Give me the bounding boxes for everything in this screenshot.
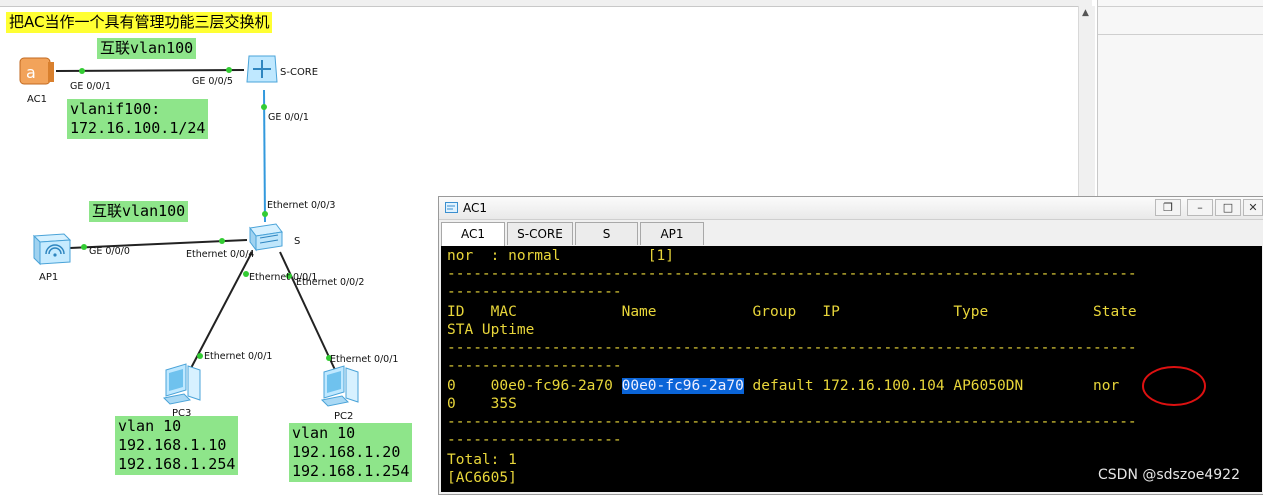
svg-text:a: a	[26, 63, 36, 82]
port-label-s-eth2: Ethernet 0/0/2	[296, 277, 365, 288]
terminal-line: 0 35S	[447, 396, 517, 412]
port-label-pc3-eth: Ethernet 0/0/1	[204, 351, 273, 362]
vlanif-note-line2: 172.16.100.1/24	[70, 119, 206, 137]
terminal-window[interactable]: AC1 ❐ – □ ✕ AC1 S-CORE S AP1 nor : norma…	[438, 196, 1263, 495]
score-device[interactable]	[243, 52, 279, 88]
terminal-prompt: [AC6605]	[447, 470, 517, 486]
port-label-ac1-ge: GE 0/0/1	[70, 81, 111, 92]
terminal-line: Total: 1	[447, 452, 517, 468]
terminal-line: --------------------	[447, 358, 622, 374]
pc2-note: vlan 10 192.168.1.20 192.168.1.254	[289, 423, 413, 482]
pc3-note-line1: vlan 10	[118, 417, 182, 435]
ac1-label: AC1	[27, 94, 48, 105]
restore-button[interactable]: ❐	[1155, 199, 1181, 216]
port-label-s-eth4: Ethernet 0/0/4	[186, 249, 255, 260]
side-panel-divider	[1098, 34, 1263, 35]
window-title: AC1	[463, 201, 488, 215]
port-dot	[261, 104, 267, 110]
terminal-line: nor : normal [1]	[447, 248, 674, 264]
terminal-line: ----------------------------------------…	[447, 340, 1137, 356]
tab-s[interactable]: S	[575, 222, 638, 245]
pc3-device[interactable]	[160, 360, 206, 406]
csdn-watermark: CSDN @sdszoe4922	[1098, 467, 1240, 483]
pc3-note: vlan 10 192.168.1.10 192.168.1.254	[115, 416, 239, 475]
pc-icon	[162, 363, 201, 405]
terminal-line: ID MAC Name Group IP Type State	[447, 304, 1137, 320]
maximize-button[interactable]: □	[1215, 199, 1241, 216]
tab-s-core[interactable]: S-CORE	[507, 222, 573, 245]
score-label: S-CORE	[280, 67, 319, 78]
tab-ap1[interactable]: AP1	[640, 222, 704, 245]
port-dot	[219, 238, 225, 244]
terminal-line: --------------------	[447, 284, 622, 300]
vlanif-note-line1: vlanif100:	[70, 100, 161, 118]
pc-icon	[320, 365, 359, 407]
port-label-score-ge5: GE 0/0/5	[192, 76, 233, 87]
close-button[interactable]: ✕	[1243, 199, 1263, 216]
port-dot	[81, 244, 87, 250]
pc3-note-line2: 192.168.1.10	[118, 436, 227, 454]
port-dot	[197, 353, 203, 359]
vlanif-note: vlanif100: 172.16.100.1/24	[67, 99, 209, 139]
window-titlebar[interactable]: AC1 ❐ – □ ✕	[439, 197, 1263, 220]
pc3-label: PC3	[172, 408, 192, 419]
side-panel	[1097, 0, 1263, 200]
port-label-score-ge1: GE 0/0/1	[268, 112, 309, 123]
ap-table-row: 0 00e0-fc96-2a70 00e0-fc96-2a70 default …	[447, 377, 1119, 395]
port-label-pc2-eth: Ethernet 0/0/1	[330, 354, 399, 365]
vlan100-note-mid: 互联vlan100	[89, 201, 189, 222]
pc2-note-line2: 192.168.1.20	[292, 443, 401, 461]
pc2-note-line1: vlan 10	[292, 424, 356, 442]
terminal-line: ----------------------------------------…	[447, 414, 1137, 430]
minimize-button[interactable]: –	[1187, 199, 1213, 216]
access-point-icon	[32, 233, 72, 266]
port-dot	[262, 211, 268, 217]
port-label-s-eth3: Ethernet 0/0/3	[267, 200, 336, 211]
vlan100-note-top: 互联vlan100	[97, 38, 197, 59]
ap-row-id-mac: 0 00e0-fc96-2a70	[447, 378, 622, 394]
router-ac-icon: a	[19, 57, 54, 85]
port-dot	[79, 68, 85, 74]
pc2-device[interactable]	[318, 362, 364, 408]
link-s-pc2	[279, 251, 337, 373]
console-icon	[445, 202, 458, 213]
terminal-output[interactable]: nor : normal [1] -----------------------…	[441, 246, 1262, 492]
pc2-note-line3: 192.168.1.254	[292, 462, 410, 480]
ap1-label: AP1	[39, 272, 59, 283]
terminal-line: STA Uptime	[447, 322, 535, 338]
terminal-line: ----------------------------------------…	[447, 266, 1137, 282]
side-panel-divider	[1098, 6, 1263, 7]
ac1-device[interactable]: a	[18, 54, 56, 88]
port-label-ap1-ge: GE 0/0/0	[89, 246, 130, 257]
ap-row-name-selected[interactable]: 00e0-fc96-2a70	[621, 378, 744, 394]
ap-row-rest: default 172.16.100.104 AP6050DN nor	[743, 378, 1120, 394]
terminal-line: --------------------	[447, 432, 622, 448]
tab-ac1[interactable]: AC1	[441, 222, 505, 246]
ap1-device[interactable]	[30, 230, 72, 266]
s-label: S	[294, 236, 301, 247]
state-annotation-circle	[1142, 366, 1206, 406]
port-dot	[226, 67, 232, 73]
core-switch-icon	[246, 55, 278, 83]
pc2-label: PC2	[334, 411, 354, 422]
ac-role-note: 把AC当作一个具有管理功能三层交换机	[6, 12, 273, 33]
pc3-note-line3: 192.168.1.254	[118, 455, 236, 473]
